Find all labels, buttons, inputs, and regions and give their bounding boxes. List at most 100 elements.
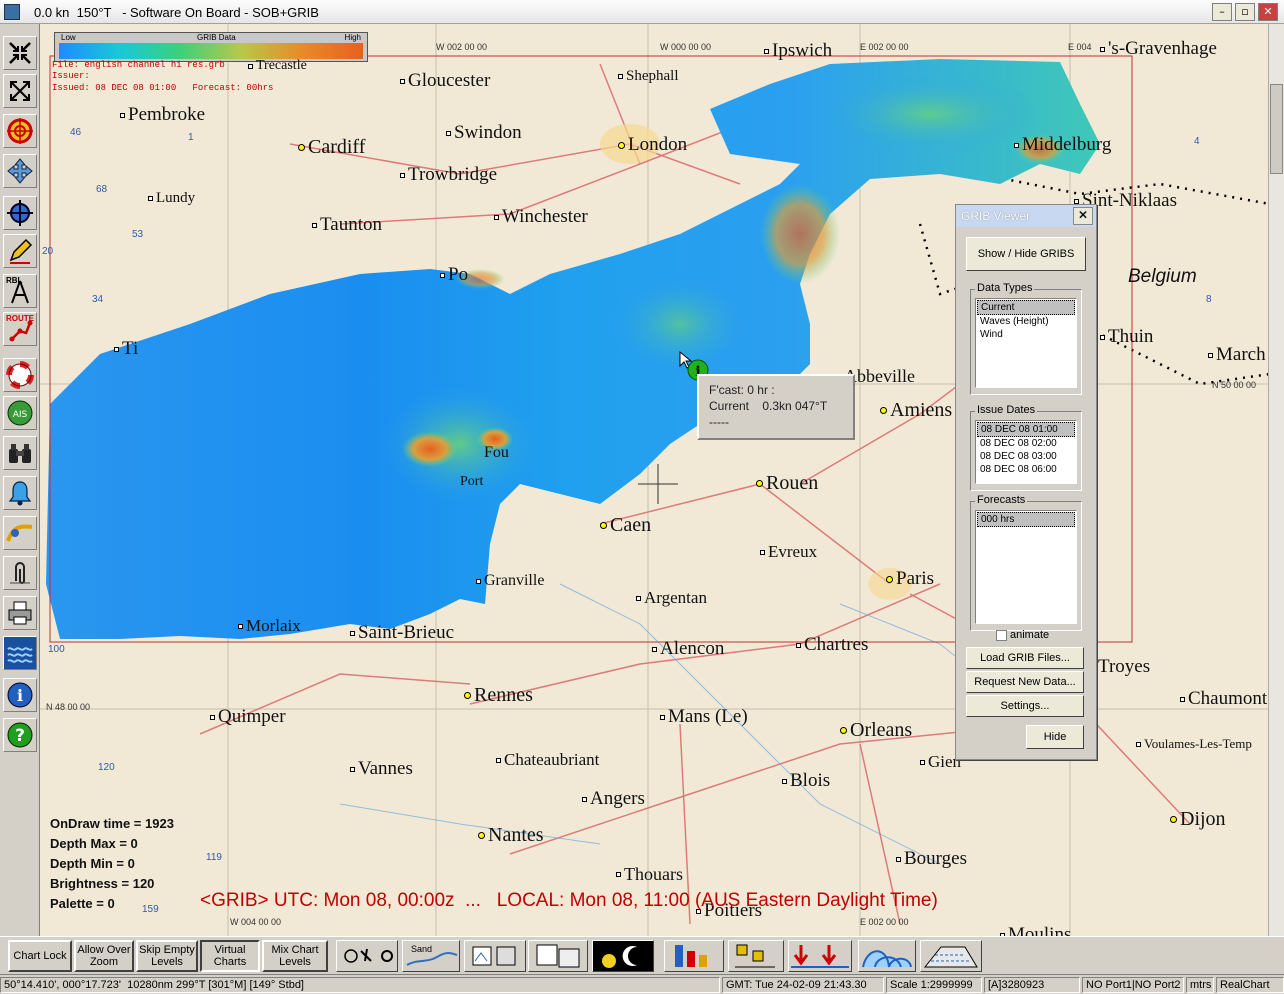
- vertical-scrollbar[interactable]: [1268, 24, 1284, 936]
- grib-button[interactable]: [3, 636, 37, 670]
- list-item[interactable]: 08 DEC 08 03:00: [977, 450, 1075, 463]
- place-label: Ipswich: [764, 40, 832, 62]
- center-boat-button[interactable]: [3, 114, 37, 148]
- svg-text:i: i: [17, 686, 23, 705]
- list-item[interactable]: Wind: [977, 328, 1075, 341]
- file-name: File: english channel hi res.grb: [52, 60, 225, 70]
- route-button[interactable]: ROUTE: [3, 312, 37, 346]
- town-square-icon: [114, 346, 119, 352]
- mix-chart-levels-button[interactable]: Mix Chart Levels: [262, 940, 328, 972]
- town-square-icon: [1208, 352, 1213, 358]
- sun-moon-icon: [602, 946, 637, 968]
- place-name: Troyes: [1098, 656, 1151, 677]
- chart-layers-icon: [536, 944, 580, 968]
- virtual-charts-button[interactable]: Virtual Charts: [200, 940, 260, 972]
- settings-button[interactable]: Settings...: [966, 695, 1084, 717]
- place-label: Fou: [484, 444, 509, 462]
- animate-row: animate: [996, 629, 1049, 641]
- tides-button[interactable]: [664, 940, 724, 972]
- animate-label: animate: [1010, 629, 1050, 641]
- left-toolbar: RBL ROUTE AIS i ?: [0, 24, 40, 936]
- ais-button[interactable]: AIS: [3, 396, 37, 430]
- pencil-icon: [9, 238, 33, 264]
- place-label: London: [618, 134, 687, 156]
- place-name: Shephall: [626, 68, 679, 84]
- close-button[interactable]: ✕: [1258, 3, 1278, 21]
- place-label: Angers: [582, 788, 645, 810]
- minimize-button[interactable]: –: [1212, 3, 1232, 21]
- forecasts-list[interactable]: 000 hrs: [975, 510, 1077, 624]
- place-label: Blois: [782, 770, 830, 792]
- depth-sounding: 8: [1206, 294, 1212, 305]
- animate-checkbox[interactable]: [996, 629, 1007, 641]
- list-item[interactable]: Waves (Height): [977, 315, 1075, 328]
- place-label: Troyes: [1090, 656, 1150, 678]
- coord-label: W 002 00 00: [436, 42, 488, 52]
- place-name: London: [628, 134, 688, 155]
- depth-sounding: 100: [48, 644, 65, 655]
- zoom-in-button[interactable]: [3, 36, 37, 70]
- day-night-button[interactable]: [592, 940, 654, 972]
- status-scale: Scale 1:2999999: [886, 977, 982, 993]
- data-types-list[interactable]: Current Waves (Height) Wind: [975, 298, 1077, 388]
- list-item[interactable]: 08 DEC 08 02:00: [977, 437, 1075, 450]
- contours-button[interactable]: [858, 940, 916, 972]
- list-item[interactable]: 08 DEC 08 06:00: [977, 463, 1075, 476]
- place-label: Thuin: [1100, 326, 1153, 348]
- place-label: Pembroke: [120, 104, 205, 126]
- town-square-icon: [616, 872, 621, 877]
- depth-sounding: 46: [70, 127, 82, 138]
- place-label: Mans (Le): [660, 706, 748, 728]
- binoculars-button[interactable]: [3, 436, 37, 470]
- app-icon[interactable]: [4, 4, 20, 20]
- place-label: Swindon: [446, 122, 522, 144]
- depth-layers-button[interactable]: [464, 940, 526, 972]
- allow-over-zoom-button[interactable]: Allow Over Zoom: [74, 940, 134, 972]
- show-hide-gribs-button[interactable]: Show / Hide GRIBS: [966, 237, 1086, 271]
- mob-button[interactable]: [3, 358, 37, 392]
- place-label: Orleans: [840, 719, 912, 742]
- info-button[interactable]: i: [3, 678, 37, 712]
- draw-button[interactable]: [3, 234, 37, 268]
- place-label: Gloucester: [400, 70, 490, 92]
- tide-button[interactable]: [3, 516, 37, 550]
- list-item[interactable]: 000 hrs: [977, 512, 1075, 527]
- depth-min: Depth Min = 0: [50, 856, 135, 871]
- request-new-data-button[interactable]: Request New Data...: [966, 671, 1084, 693]
- pan-button[interactable]: [3, 154, 37, 188]
- alarm-button[interactable]: [3, 476, 37, 510]
- maximize-button[interactable]: ▫: [1235, 3, 1255, 21]
- chart-layers-button[interactable]: [528, 940, 588, 972]
- currents-button[interactable]: [788, 940, 852, 972]
- place-name: Thouars: [624, 864, 683, 884]
- print-button[interactable]: [3, 596, 37, 630]
- place-label: March: [1208, 344, 1266, 366]
- list-item[interactable]: 08 DEC 08 01:00: [977, 422, 1075, 437]
- place-name: Swindon: [454, 122, 522, 143]
- place-name: Taunton: [320, 214, 382, 235]
- town-square-icon: [636, 595, 641, 601]
- city-dot-icon: [478, 832, 485, 839]
- town-square-icon: [782, 778, 787, 784]
- hide-button[interactable]: Hide: [1026, 725, 1084, 749]
- help-button[interactable]: ?: [3, 718, 37, 752]
- place-label: Middelburg: [1014, 134, 1111, 156]
- scroll-thumb[interactable]: [1270, 84, 1283, 174]
- town-square-icon: [148, 196, 153, 201]
- skip-empty-levels-button[interactable]: Skip Empty Levels: [136, 940, 198, 972]
- nav-tools-button[interactable]: [336, 940, 398, 972]
- issue-dates-list[interactable]: 08 DEC 08 01:00 08 DEC 08 02:00 08 DEC 08 …: [975, 420, 1077, 484]
- rbl-button[interactable]: RBL: [3, 274, 37, 308]
- tide-heights-button[interactable]: [728, 940, 784, 972]
- chart-lock-button[interactable]: Chart Lock: [8, 940, 72, 972]
- zoom-out-button[interactable]: [3, 74, 37, 108]
- list-item[interactable]: Current: [977, 300, 1075, 315]
- city-dot-icon: [840, 727, 847, 734]
- place-label: Port: [460, 474, 483, 490]
- cursor-button[interactable]: [3, 196, 37, 230]
- attach-button[interactable]: [3, 556, 37, 590]
- grib-close-button[interactable]: ✕: [1073, 207, 1093, 225]
- terrain-button[interactable]: [920, 940, 982, 972]
- load-grib-files-button[interactable]: Load GRIB Files...: [966, 647, 1084, 669]
- sand-button[interactable]: Sand: [402, 940, 460, 972]
